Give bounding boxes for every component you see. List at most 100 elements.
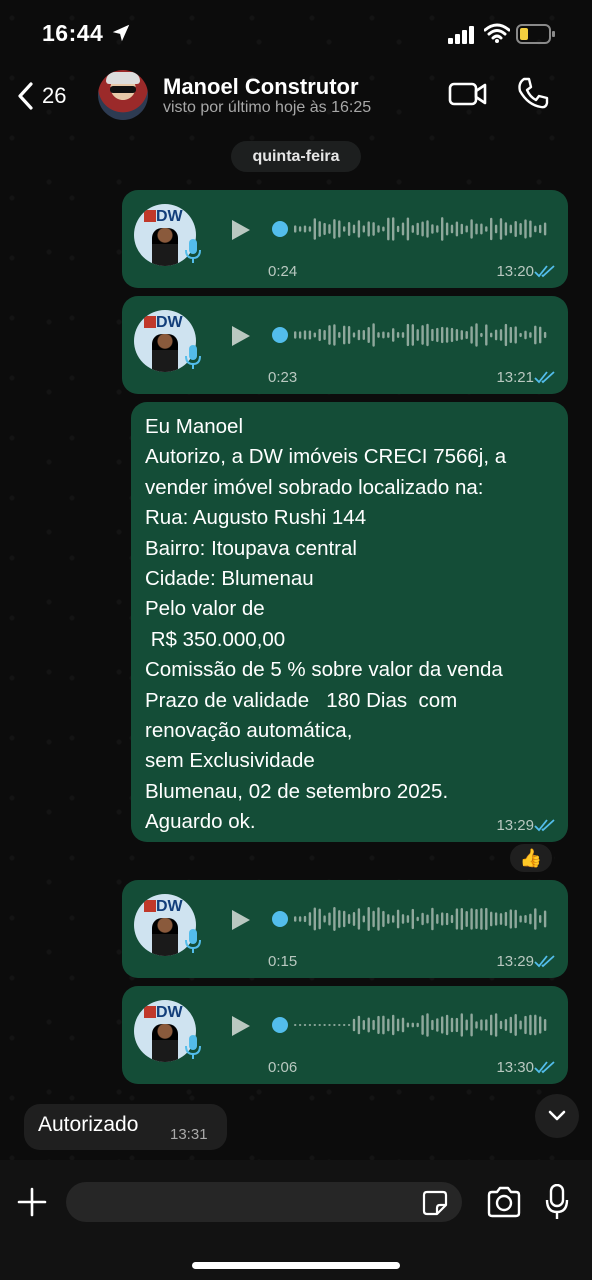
waveform-bar [499,218,503,240]
plus-icon[interactable] [16,1186,48,1218]
waveform-bar [382,1015,385,1035]
voice-message[interactable]: DW 0:06 13:30 [122,986,568,1084]
contact-name[interactable]: Manoel Construtor [163,74,359,100]
text-message-bubble[interactable]: Eu Manoel Autorizo, a DW imóveis CRECI 7… [131,402,568,842]
waveform-bar [539,915,542,923]
home-indicator[interactable] [192,1262,400,1269]
camera-icon[interactable] [486,1186,522,1218]
waveform-bar [367,326,370,344]
waveform-bar [445,222,449,236]
scroll-to-bottom-button[interactable] [535,1094,579,1138]
waveform-bar [333,219,336,239]
message-input[interactable] [66,1182,462,1222]
playback-knob[interactable] [272,327,288,343]
waveform-bar [303,330,307,340]
play-button[interactable] [230,908,252,932]
waveform-bar [450,224,454,234]
waveform-bar [494,1013,498,1037]
waveform-bar [382,910,385,928]
waveform-bar [303,1024,307,1026]
microphone-icon[interactable] [545,1184,569,1220]
waveform-bar [377,907,380,931]
waveform[interactable] [272,318,548,352]
waveform-bar [485,226,488,232]
waveform-bar [392,915,395,923]
waveform-bar [372,323,375,347]
waveform-bar [392,328,395,342]
playback-knob[interactable] [272,221,288,237]
voice-duration: 0:23 [268,369,298,386]
waveform-bar [441,326,444,344]
wifi-icon [484,23,510,43]
battery-icon [516,24,555,44]
play-button[interactable] [230,218,252,242]
waveform-bar [338,1024,341,1026]
waveform-bar [352,1018,356,1032]
waveform-bar [357,908,361,930]
waveform-bar [411,1022,414,1028]
waveform-bar [534,325,537,345]
waveform-bar [529,913,532,925]
waveform-bar [509,326,512,344]
status-bar: 16:44 [0,0,592,64]
voice-duration: 0:06 [268,1059,298,1076]
waveform-bar [396,909,400,929]
message-text: Autorizado [38,1113,139,1136]
waveform-bar [362,915,365,923]
waveform-bar [426,914,429,924]
waveform-bar [539,224,542,234]
waveform-bar [475,1021,478,1029]
waveform-bar [313,1024,316,1026]
waveform-bar [406,915,410,923]
waveform-bar [519,1020,522,1030]
waveform[interactable] [272,1008,548,1042]
waveform-bar [421,1015,424,1035]
voice-message[interactable]: DW 0:23 13:21 [122,296,568,394]
contact-status: visto por último hoje às 16:25 [163,99,372,116]
waveform-bar [357,1015,361,1035]
waveform[interactable] [272,902,548,936]
double-check-icon [534,371,555,384]
waveform-bar [328,224,331,234]
contact-avatar[interactable] [98,70,148,120]
waveform-bar [509,224,512,234]
voice-message[interactable]: DW 0:24 13:20 [122,190,568,288]
waveform-bar [347,1024,351,1026]
waveform-bar [323,329,326,341]
waveform-bar [490,1014,493,1036]
waveform-bar [490,911,493,927]
waveform-bar [396,1018,400,1032]
waveform-bar [441,1016,444,1034]
back-button[interactable]: 26 [16,78,66,114]
voice-message[interactable]: DW 0:15 13:29 [122,880,568,978]
waveform-bar [475,223,478,235]
waveform-bar [377,332,380,338]
chat-header: 26 Manoel Construtor visto por último ho… [0,64,592,126]
double-check-icon [534,265,555,278]
sticker-icon[interactable] [422,1190,448,1216]
play-button[interactable] [230,1014,252,1038]
video-call-button[interactable] [448,78,488,110]
reaction-badge[interactable]: 👍 [508,842,554,874]
incoming-message-bubble[interactable]: Autorizado 13:31 [24,1104,227,1150]
waveform-bar [460,907,463,931]
waveform-bar [318,328,321,342]
waveform-bar [343,325,346,345]
waveform-bar [504,222,508,236]
waveform-bar [524,1015,527,1035]
phone-call-button[interactable] [516,76,550,110]
waveform[interactable] [272,212,548,246]
waveform-bar [543,1018,547,1032]
waveform-bar [450,327,454,343]
waveform-bar [298,331,302,339]
waveform-bar [396,225,400,233]
playback-knob[interactable] [272,1017,288,1033]
waveform-bar [529,220,532,238]
waveform-bar [323,1024,326,1026]
microphone-icon [185,929,201,953]
waveform-bar [338,331,341,339]
play-button[interactable] [230,324,252,348]
playback-knob[interactable] [272,911,288,927]
waveform-bar [411,225,414,233]
waveform-bar [514,1014,517,1036]
